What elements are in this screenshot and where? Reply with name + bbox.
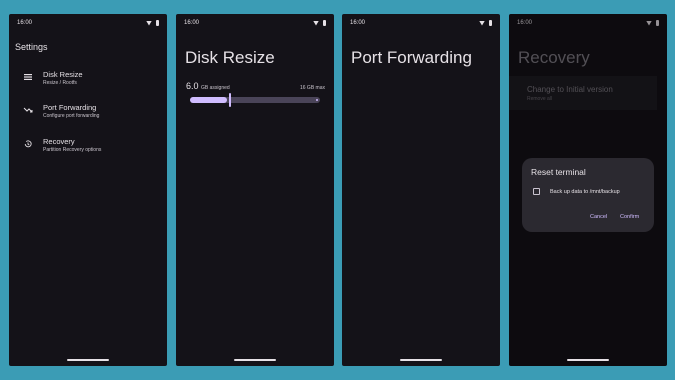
gesture-bar[interactable] xyxy=(67,359,109,361)
status-bar: 16:00 xyxy=(17,20,159,28)
port-forwarding-screen: 16:00 Port Forwarding xyxy=(342,14,500,366)
wifi-icon xyxy=(479,20,485,26)
backup-checkbox-label[interactable]: Back up data to /mnt/backup xyxy=(550,189,620,195)
status-time: 16:00 xyxy=(17,20,33,26)
disk-size-unit: GB assigned xyxy=(201,85,230,91)
settings-item-sub: Partition Recovery options xyxy=(43,147,102,153)
status-time: 16:00 xyxy=(350,20,366,26)
gesture-bar[interactable] xyxy=(567,359,609,361)
gesture-bar[interactable] xyxy=(234,359,276,361)
history-icon xyxy=(24,140,32,148)
slider-thumb[interactable] xyxy=(229,93,231,107)
settings-screen: 16:00 Settings Disk Resize Resize / Root… xyxy=(9,14,167,366)
battery-icon xyxy=(489,20,492,26)
status-bar: 16:00 xyxy=(184,20,326,28)
dialog-title: Reset terminal xyxy=(531,167,586,177)
recovery-screen: 16:00 Recovery Change to Initial version… xyxy=(509,14,667,366)
disk-size-value: 6.0 GB assigned xyxy=(186,81,230,91)
page-title: Port Forwarding xyxy=(351,48,472,67)
disk-size-slider[interactable] xyxy=(190,93,320,107)
settings-item-label: Disk Resize xyxy=(43,70,83,79)
settings-item-sub: Configure port forwarding xyxy=(43,113,100,119)
status-time: 16:00 xyxy=(184,20,200,26)
slider-end-dot xyxy=(316,99,318,101)
settings-item-recovery[interactable]: Recovery Partition Recovery options xyxy=(9,133,167,161)
disk-resize-screen: 16:00 Disk Resize 6.0 GB assigned 16 GB … xyxy=(176,14,334,366)
settings-item-label: Recovery xyxy=(43,137,75,146)
settings-item-port-forwarding[interactable]: Port Forwarding Configure port forwardin… xyxy=(9,99,167,127)
disk-max-label: 16 GB max xyxy=(299,85,325,91)
backup-checkbox[interactable] xyxy=(533,188,540,195)
battery-icon xyxy=(156,20,159,26)
reset-dialog: Reset terminal Back up data to /mnt/back… xyxy=(522,158,654,232)
settings-item-label: Port Forwarding xyxy=(43,103,97,112)
confirm-button[interactable]: Confirm xyxy=(620,214,639,220)
status-bar: 16:00 xyxy=(350,20,492,28)
storage-icon xyxy=(24,74,32,80)
cancel-button[interactable]: Cancel xyxy=(590,214,607,220)
page-title: Settings xyxy=(15,42,48,52)
slider-fill xyxy=(190,97,227,103)
wifi-icon xyxy=(313,20,319,26)
gesture-bar[interactable] xyxy=(400,359,442,361)
settings-item-disk-resize[interactable]: Disk Resize Resize / Rootfs xyxy=(9,66,167,94)
battery-icon xyxy=(323,20,326,26)
wifi-icon xyxy=(146,20,152,26)
disk-size-number: 6.0 xyxy=(186,81,199,91)
trending-icon xyxy=(23,107,33,113)
settings-item-sub: Resize / Rootfs xyxy=(43,80,77,86)
page-title: Disk Resize xyxy=(185,48,275,67)
